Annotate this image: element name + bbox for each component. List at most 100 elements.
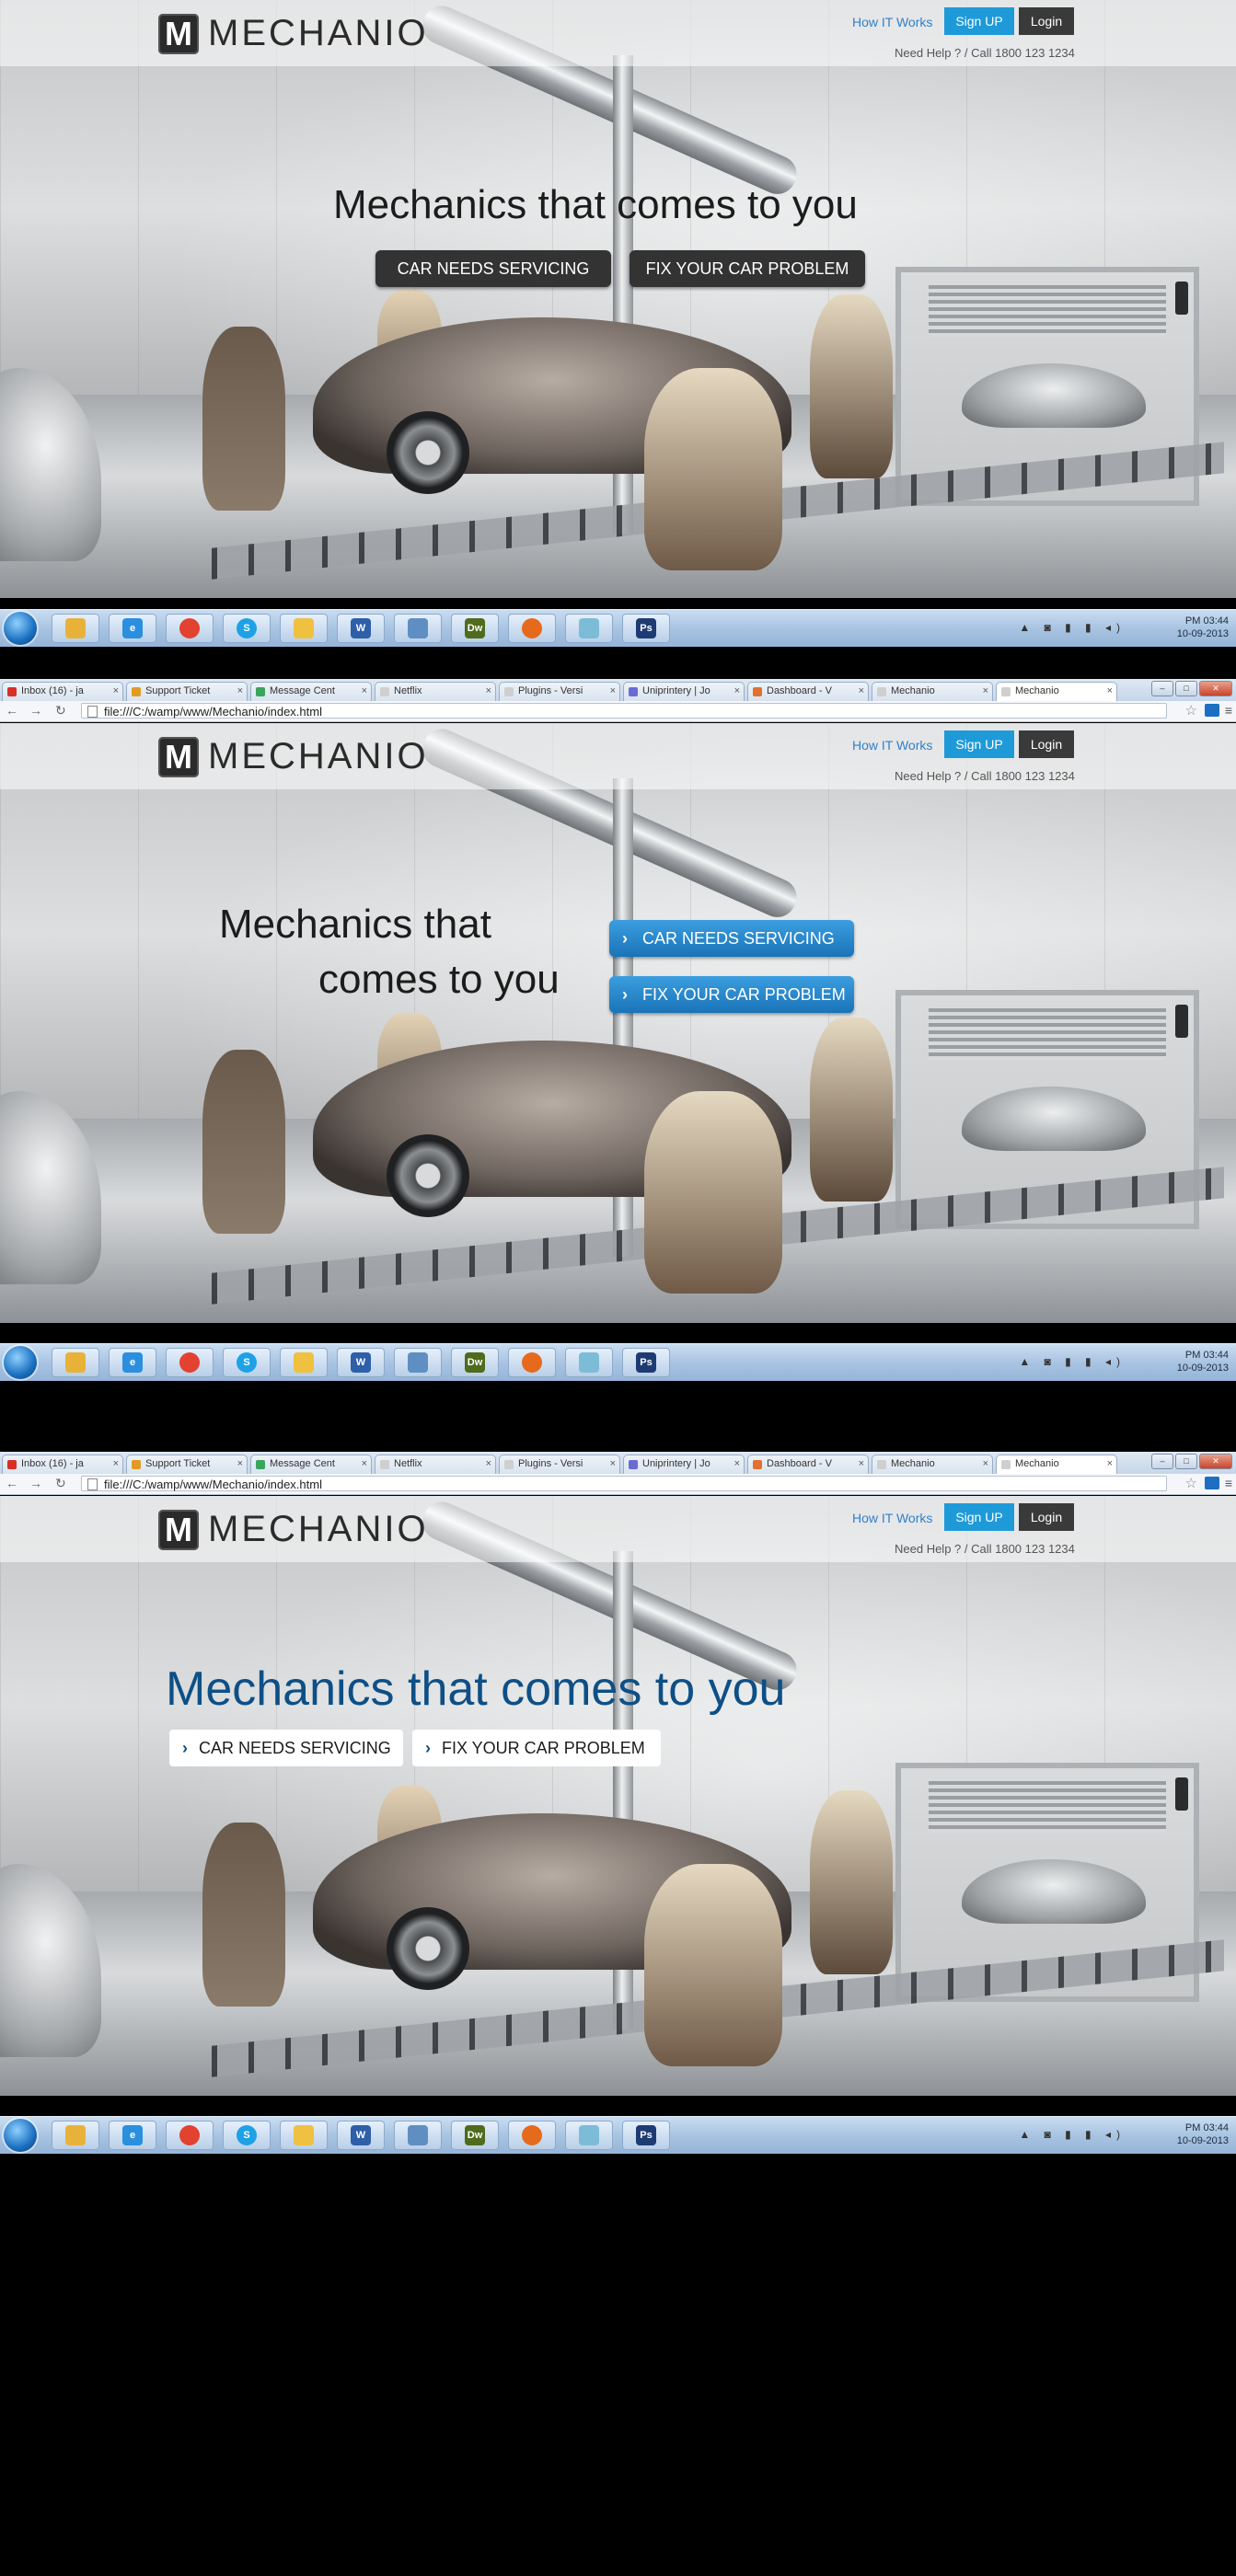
car-needs-servicing-button[interactable]: › CAR NEEDS SERVICING — [169, 1730, 403, 1766]
close-icon[interactable]: ✕ — [1199, 1454, 1232, 1469]
dreamweaver-icon[interactable]: Dw — [451, 1348, 499, 1377]
word-icon[interactable]: W — [337, 1348, 385, 1377]
clock[interactable]: PM 03:44 10-09-2013 — [1177, 1349, 1229, 1374]
extension-icon[interactable] — [1205, 704, 1219, 717]
logo[interactable]: M MECHANIO — [158, 13, 429, 54]
address-bar[interactable]: file:///C:/wamp/www/Mechanio/index.html — [81, 1476, 1167, 1491]
chrome-icon[interactable] — [166, 2121, 214, 2150]
picture-icon[interactable] — [394, 614, 442, 643]
signup-button[interactable]: Sign UP — [944, 7, 1014, 35]
start-button[interactable] — [4, 612, 37, 645]
photoshop-icon[interactable]: Ps — [622, 2121, 670, 2150]
back-icon[interactable]: ← — [6, 1476, 18, 1490]
browser-tab-active[interactable]: Mechanio × — [996, 682, 1117, 701]
fix-car-problem-button[interactable]: FIX YOUR CAR PROBLEM — [630, 250, 865, 287]
folder-icon[interactable] — [52, 1348, 99, 1377]
dreamweaver-icon[interactable]: Dw — [451, 614, 499, 643]
hero-headline: Mechanics that comes to you — [333, 182, 858, 227]
browser-tab[interactable]: Inbox (16) - ja × — [2, 1455, 123, 1474]
folder-icon[interactable] — [52, 614, 99, 643]
firefox-icon[interactable] — [508, 2121, 556, 2150]
system-tray[interactable]: ▲ ◙ ▮ ▮ ◂) — [1019, 1355, 1126, 1368]
firefox-icon[interactable] — [508, 1348, 556, 1377]
clock[interactable]: PM 03:44 10-09-2013 — [1177, 615, 1229, 640]
photoshop-icon[interactable]: Ps — [622, 1348, 670, 1377]
logo-text: MECHANIO — [208, 1509, 429, 1549]
car-needs-servicing-button[interactable]: CAR NEEDS SERVICING — [375, 250, 611, 287]
chrome-icon[interactable] — [166, 614, 214, 643]
system-tray[interactable]: ▲ ◙ ▮ ▮ ◂) — [1019, 621, 1126, 634]
clock[interactable]: PM 03:44 10-09-2013 — [1177, 2122, 1229, 2147]
close-icon[interactable]: ✕ — [1199, 681, 1232, 696]
browser-tab[interactable]: Plugins - Versi × — [499, 1455, 620, 1474]
signup-button[interactable]: Sign UP — [944, 730, 1014, 758]
login-button[interactable]: Login — [1019, 730, 1074, 758]
logo[interactable]: M MECHANIO — [158, 1509, 429, 1550]
app-icon[interactable] — [565, 1348, 613, 1377]
picture-icon[interactable] — [394, 2121, 442, 2150]
login-button[interactable]: Login — [1019, 1503, 1074, 1531]
photoshop-icon[interactable]: Ps — [622, 614, 670, 643]
signup-button[interactable]: Sign UP — [944, 1503, 1014, 1531]
fix-car-problem-button[interactable]: › FIX YOUR CAR PROBLEM — [412, 1730, 661, 1766]
how-it-works-link[interactable]: How IT Works — [852, 738, 932, 753]
browser-tab[interactable]: Uniprintery | Jo × — [623, 1455, 745, 1474]
start-button[interactable] — [4, 1346, 37, 1379]
word-icon[interactable]: W — [337, 614, 385, 643]
extension-icon[interactable] — [1205, 1477, 1219, 1489]
car-needs-servicing-button[interactable]: › CAR NEEDS SERVICING — [609, 920, 854, 957]
reload-icon[interactable]: ↻ — [55, 703, 66, 719]
back-icon[interactable]: ← — [6, 703, 18, 718]
logo[interactable]: M MECHANIO — [158, 736, 429, 777]
bookmark-star-icon[interactable]: ☆ — [1185, 702, 1197, 719]
forward-icon[interactable]: → — [29, 1476, 42, 1490]
bookmark-star-icon[interactable]: ☆ — [1185, 1475, 1197, 1491]
dreamweaver-icon[interactable]: Dw — [451, 2121, 499, 2150]
mail-icon[interactable] — [280, 2121, 328, 2150]
how-it-works-link[interactable]: How IT Works — [852, 1511, 932, 1525]
skype-icon[interactable]: S — [223, 2121, 271, 2150]
browser-tab[interactable]: Message Cent × — [250, 1455, 372, 1474]
browser-tab[interactable]: Inbox (16) - ja × — [2, 682, 123, 701]
browser-tab[interactable]: Mechanio × — [872, 682, 993, 701]
ie-icon[interactable]: e — [109, 614, 156, 643]
how-it-works-link[interactable]: How IT Works — [852, 15, 932, 29]
app-icon[interactable] — [565, 614, 613, 643]
maximize-icon[interactable]: □ — [1175, 1454, 1197, 1469]
address-bar[interactable]: file:///C:/wamp/www/Mechanio/index.html — [81, 703, 1167, 719]
start-button[interactable] — [4, 2119, 37, 2152]
minimize-icon[interactable]: – — [1151, 1454, 1173, 1469]
fix-car-problem-button[interactable]: › FIX YOUR CAR PROBLEM — [609, 976, 854, 1013]
login-button[interactable]: Login — [1019, 7, 1074, 35]
ie-icon[interactable]: e — [109, 2121, 156, 2150]
app-icon[interactable] — [565, 2121, 613, 2150]
mail-icon[interactable] — [280, 614, 328, 643]
browser-tab[interactable]: Netflix × — [375, 682, 496, 701]
picture-icon[interactable] — [394, 1348, 442, 1377]
skype-icon[interactable]: S — [223, 1348, 271, 1377]
browser-tab[interactable]: Mechanio × — [872, 1455, 993, 1474]
minimize-icon[interactable]: – — [1151, 681, 1173, 696]
skype-icon[interactable]: S — [223, 614, 271, 643]
firefox-icon[interactable] — [508, 614, 556, 643]
browser-tab[interactable]: Dashboard - V × — [747, 682, 869, 701]
browser-tab-active[interactable]: Mechanio × — [996, 1455, 1117, 1474]
reload-icon[interactable]: ↻ — [55, 1476, 66, 1491]
maximize-icon[interactable]: □ — [1175, 681, 1197, 696]
menu-icon[interactable]: ≡ — [1225, 703, 1232, 718]
chrome-icon[interactable] — [166, 1348, 214, 1377]
mail-icon[interactable] — [280, 1348, 328, 1377]
browser-tab[interactable]: Plugins - Versi × — [499, 682, 620, 701]
browser-tab[interactable]: Uniprintery | Jo × — [623, 682, 745, 701]
browser-tab[interactable]: Dashboard - V × — [747, 1455, 869, 1474]
forward-icon[interactable]: → — [29, 703, 42, 718]
system-tray[interactable]: ▲ ◙ ▮ ▮ ◂) — [1019, 2128, 1126, 2141]
browser-tab[interactable]: Support Ticket × — [126, 1455, 248, 1474]
browser-tab[interactable]: Support Ticket × — [126, 682, 248, 701]
browser-tab[interactable]: Message Cent × — [250, 682, 372, 701]
browser-tab[interactable]: Netflix × — [375, 1455, 496, 1474]
menu-icon[interactable]: ≡ — [1225, 1476, 1232, 1490]
folder-icon[interactable] — [52, 2121, 99, 2150]
word-icon[interactable]: W — [337, 2121, 385, 2150]
ie-icon[interactable]: e — [109, 1348, 156, 1377]
